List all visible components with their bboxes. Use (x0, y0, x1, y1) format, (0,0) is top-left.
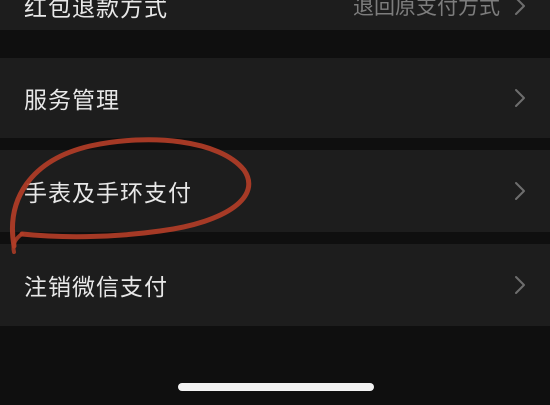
home-indicator[interactable] (178, 383, 374, 391)
chevron-right-icon (512, 273, 528, 297)
settings-item-label: 手表及手环支付 (24, 181, 192, 207)
settings-item-value: 退回原支付方式 (353, 0, 500, 19)
settings-item-label: 服务管理 (24, 88, 120, 114)
chevron-right-icon (512, 179, 528, 203)
settings-item-watch-band-payment[interactable]: 手表及手环支付 (0, 150, 550, 232)
settings-item-label: 红包退款方式 (24, 0, 168, 22)
settings-item-red-packet-refund[interactable]: 红包退款方式 退回原支付方式 (0, 0, 550, 30)
settings-item-label: 注销微信支付 (24, 275, 168, 301)
chevron-right-icon (512, 0, 528, 18)
chevron-right-icon (512, 86, 528, 110)
settings-item-cancel-wechat-pay[interactable]: 注销微信支付 (0, 244, 550, 326)
settings-item-service-management[interactable]: 服务管理 (0, 58, 550, 138)
settings-screen: 红包退款方式 退回原支付方式 服务管理 手表及手环支付 注销微信支付 (0, 0, 550, 405)
